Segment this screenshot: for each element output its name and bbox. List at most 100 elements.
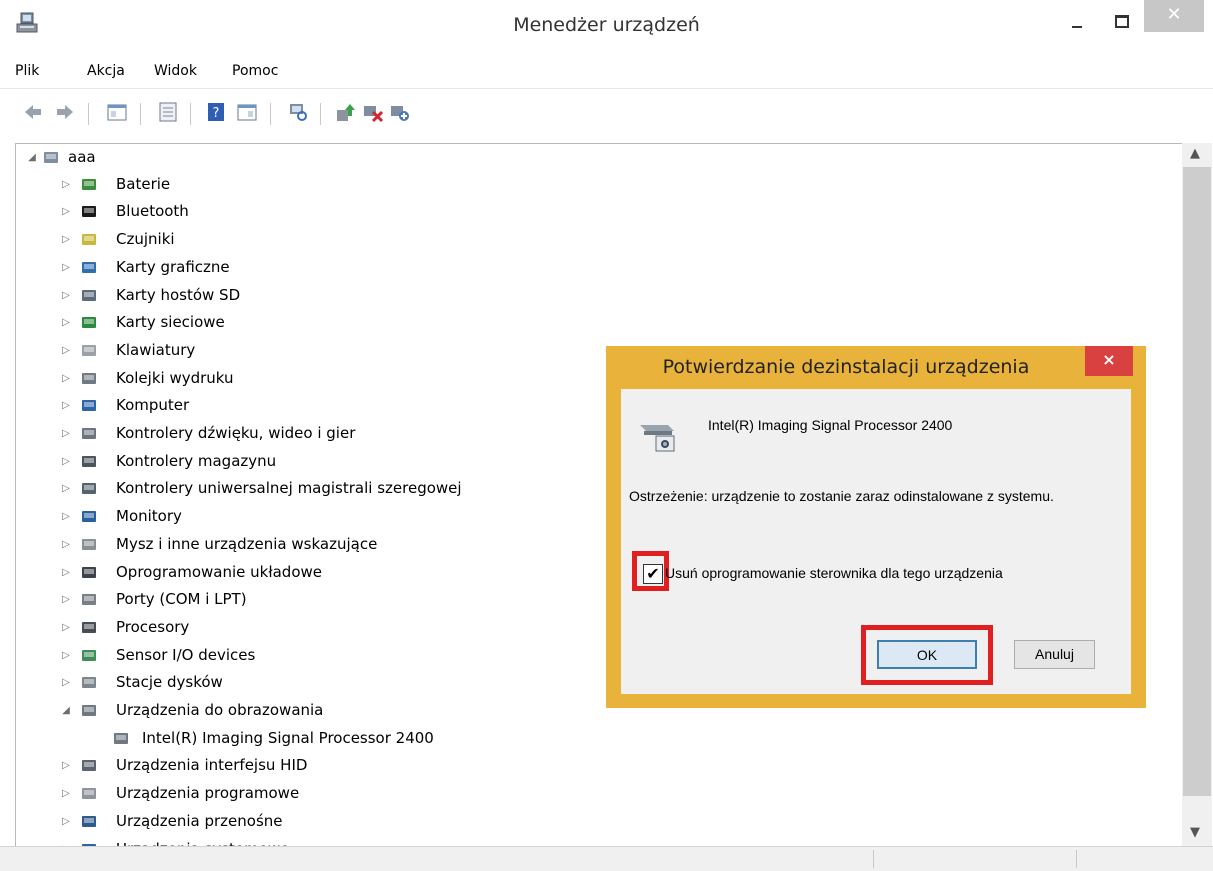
vertical-scrollbar[interactable]: ▲ ▼ [1182,143,1212,846]
delete-driver-checkbox[interactable]: ✔ [643,564,663,584]
tree-item-label: Intel(R) Imaging Signal Processor 2400 [142,728,434,747]
tree-item-label: Kontrolery magazynu [116,451,277,470]
menu-view[interactable]: Widok [154,63,197,79]
tree-item-label: Bluetooth [116,202,189,221]
uninstall-confirm-dialog: Potwierdzanie dezinstalacji urządzenia ×… [606,346,1146,708]
scan-hardware-icon[interactable] [287,101,309,123]
firmware-icon [82,566,96,578]
status-separator [1076,850,1077,868]
properties-view-icon[interactable] [106,101,128,123]
sd-host-icon [82,289,96,301]
tree-item-label: Urządzenia programowe [116,784,300,803]
expand-arrow-icon[interactable]: ▷ [60,198,72,225]
imaging-device-icon [82,705,96,716]
expand-arrow-icon[interactable]: ▷ [60,780,72,807]
expand-arrow-icon[interactable]: ▷ [60,642,72,669]
delete-driver-label[interactable]: Usuń oprogramowanie sterownika dla tego … [665,565,1003,581]
expand-arrow-icon[interactable]: ▷ [60,448,72,475]
maximize-button[interactable] [1106,8,1136,36]
print-queue-icon [82,372,96,384]
expand-arrow-icon[interactable]: ▷ [60,531,72,558]
disk-drive-icon [82,677,96,689]
uninstall-device-icon[interactable] [362,101,384,123]
expand-arrow-icon[interactable]: ▷ [60,171,72,198]
expand-arrow-icon[interactable]: ▷ [60,365,72,392]
forward-icon[interactable] [54,101,76,123]
dialog-body: Intel(R) Imaging Signal Processor 2400 O… [621,389,1131,694]
expand-arrow-icon[interactable]: ▷ [60,226,72,253]
tree-item-label: Mysz i inne urządzenia wskazujące [116,534,378,553]
expand-arrow-icon[interactable]: ▷ [60,309,72,336]
expand-arrow-icon[interactable]: ▷ [60,254,72,281]
expand-arrow-icon[interactable]: ▷ [60,669,72,696]
title-bar: Menedżer urządzeń ✕ [0,0,1213,52]
expand-arrow-icon[interactable]: ▷ [60,808,72,835]
minimize-button[interactable] [1062,8,1092,36]
device-list-icon[interactable] [157,101,179,123]
toolbar-separator [320,103,321,125]
hid-icon [82,760,96,772]
tree-item-label: Urządzenia do obrazowania [116,701,324,719]
tree-item-label: Klawiatury [116,340,196,359]
menu-help[interactable]: Pomoc [232,63,278,79]
status-separator [873,850,874,868]
scroll-up-icon[interactable]: ▲ [1190,146,1200,161]
help-icon[interactable]: ? [205,101,227,123]
dialog-close-button[interactable]: × [1085,346,1133,376]
expand-arrow-icon[interactable]: ▷ [60,614,72,641]
tree-item-label: Kolejki wydruku [116,368,234,387]
sensor-io-icon [82,649,96,661]
cancel-button[interactable]: Anuluj [1014,640,1095,669]
tree-item-label: Kontrolery uniwersalnej magistrali szere… [116,479,462,498]
port-icon [82,594,96,606]
bluetooth-icon [82,206,96,218]
warning-text: Ostrzeżenie: urządzenie to zostanie zara… [629,488,1054,504]
expand-arrow-icon[interactable]: ▷ [60,337,72,364]
collapse-arrow-icon[interactable]: ◢ [60,697,72,724]
scroll-thumb[interactable] [1183,167,1211,796]
tree-item-label: Karty hostów SD [116,285,241,304]
tree-item-label: Sensor I/O devices [116,645,256,664]
expand-arrow-icon[interactable]: ▷ [60,503,72,530]
tree-item-label: Stacje dysków [116,673,223,692]
expand-arrow-icon[interactable]: ▷ [60,282,72,309]
tree-item-label: Procesory [116,617,190,636]
network-adapter-icon [82,317,96,329]
toolbar-separator [270,103,271,125]
close-button[interactable]: ✕ [1144,0,1204,32]
sound-icon [82,428,96,439]
dialog-title: Potwierdzanie dezinstalacji urządzenia [662,356,1030,378]
tree-item-label: Komputer [116,396,190,415]
computer-icon [82,400,96,412]
expand-arrow-icon[interactable]: ▷ [60,559,72,586]
battery-icon [82,178,96,190]
sensor-icon [82,234,96,246]
scroll-down-icon[interactable]: ▼ [1190,825,1200,840]
toolbar: ? [0,88,1213,141]
expand-arrow-icon[interactable]: ▷ [60,752,72,779]
ok-button[interactable]: OK [877,640,977,669]
expand-arrow-icon[interactable]: ▷ [60,475,72,502]
storage-controller-icon [82,455,96,467]
svg-text:?: ? [213,106,220,121]
update-driver-icon[interactable] [335,101,357,123]
menu-file[interactable]: Plik [15,63,39,79]
view-pane-icon[interactable] [236,101,258,123]
toolbar-separator [190,103,191,125]
tree-root-label: aaa [68,148,96,166]
tree-item-label: Oprogramowanie układowe [116,562,322,581]
expand-arrow-icon[interactable]: ▷ [60,392,72,419]
display-adapter-icon [82,261,96,273]
tree-item-label: Karty graficzne [116,257,230,276]
expand-arrow-icon[interactable]: ▷ [60,586,72,613]
tree-item-label: Czujniki [116,230,175,249]
enable-device-icon[interactable] [389,101,411,123]
menu-bar: Plik Akcja Widok Pomoc [0,58,1213,88]
expand-arrow-icon[interactable]: ▷ [60,420,72,447]
mouse-icon [82,538,96,550]
monitor-icon [82,511,96,523]
back-icon[interactable] [22,101,44,123]
menu-action[interactable]: Akcja [87,63,125,79]
device-name: Intel(R) Imaging Signal Processor 2400 [708,417,953,433]
collapse-arrow-icon[interactable]: ◢ [26,144,38,171]
